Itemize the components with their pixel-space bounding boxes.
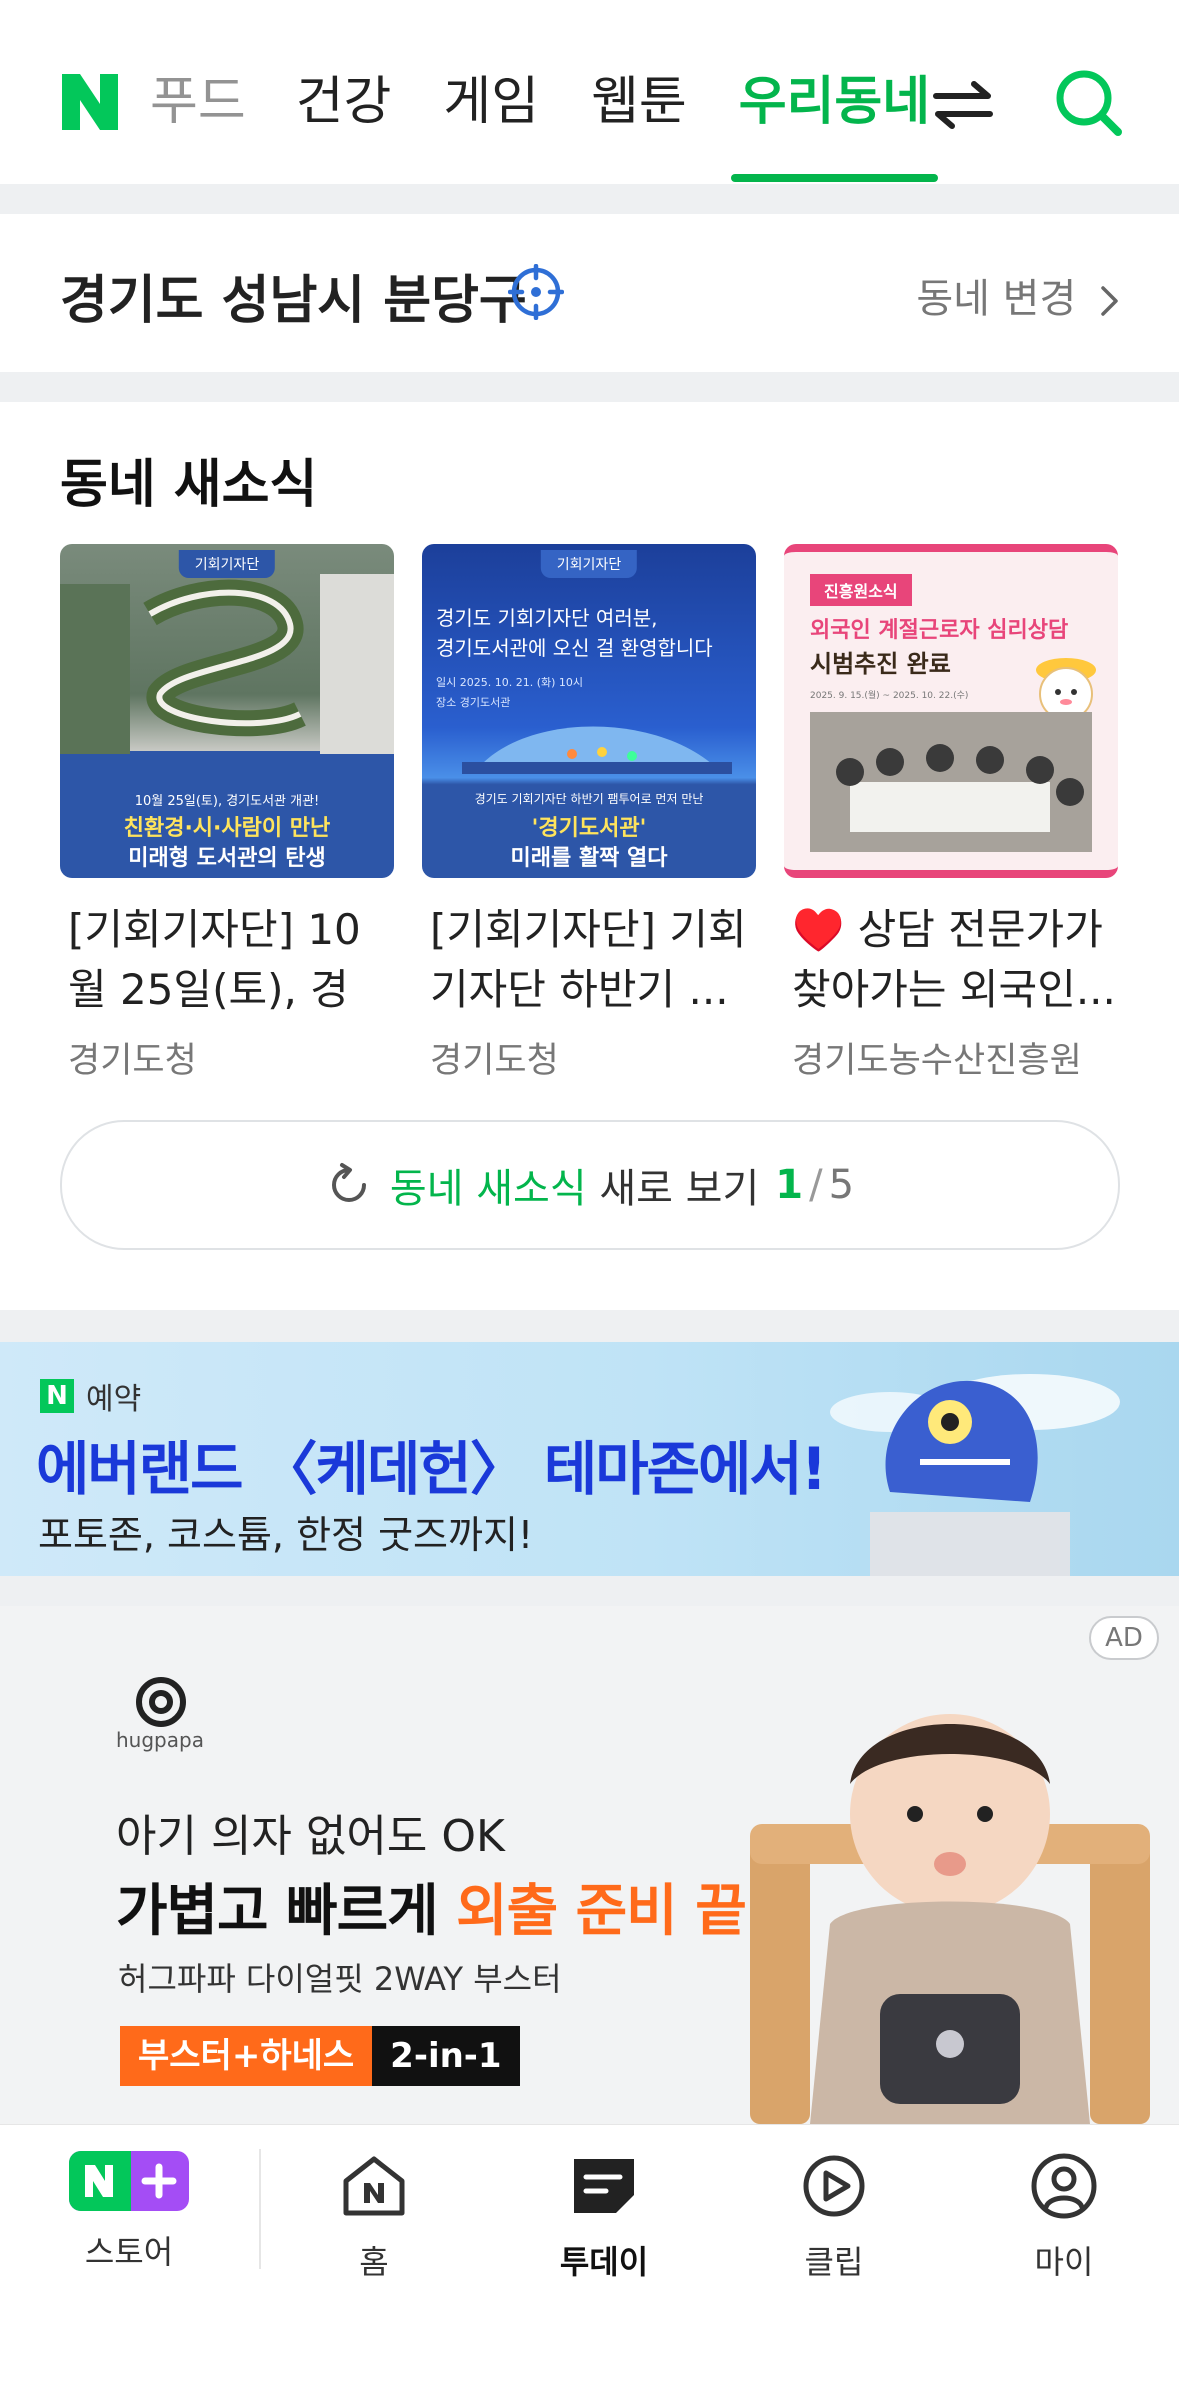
thumb-text: 외국인 계절근로자 심리상담 (810, 618, 1069, 643)
news-card[interactable]: 진흥원소식 외국인 계절근로자 심리상담 시범추진 완료 2025. 9. 15… (784, 544, 1118, 1083)
news-thumbnail: 기회기자단 경기도 기회기자단 여러분, 경기도서관에 오신 걸 환영합니다 일… (422, 544, 756, 878)
news-thumbnail: 진흥원소식 외국인 계절근로자 심리상담 시범추진 완료 2025. 9. 15… (784, 544, 1118, 878)
thumb-caption: 경기도 기회기자단 하반기 팸투어로 먼저 만난 (474, 792, 704, 806)
ad-tag-black: 2-in-1 (372, 2026, 520, 2086)
tab-food[interactable]: 푸드 (150, 62, 246, 142)
news-thumbnail: 기회기자단 10월 25일(토), 경기도서관 개관! 친환경·시·사람이 만난… (60, 544, 394, 878)
bottom-navigation: 스토어 홈 투데이 클립 마이 (0, 2124, 1179, 2397)
naver-logo-icon[interactable] (58, 70, 122, 134)
change-location-label: 동네 변경 (916, 276, 1077, 322)
change-location-button[interactable]: 동네 변경 (916, 266, 1121, 324)
ad-badge[interactable]: AD (1089, 1616, 1159, 1660)
tab-neighborhood[interactable]: 우리동네 (730, 62, 939, 182)
thumb-date: 일시 2025. 10. 21. (화) 10시 (436, 676, 584, 689)
top-navigation-bar: 푸드 건강 게임 웹툰 우리동네 (0, 0, 1179, 184)
nav-label: 마이 (1034, 2243, 1094, 2281)
ad-banner[interactable]: AD hugpapa 아기 의자 없어도 OK 가볍고 빠르게 외출 준비 끝!… (0, 1606, 1179, 2124)
meeting-photo-image (810, 712, 1092, 852)
thumb-header: 기회기자단 (540, 550, 638, 578)
naver-n-icon: N (40, 1379, 74, 1413)
nav-label: 홈 (359, 2243, 389, 2281)
news-source: 경기도청 (430, 1041, 559, 1081)
thumb-caption: 10월 25일(토), 경기도서관 개관! (134, 794, 320, 809)
category-tabs: 푸드 건강 게임 웹툰 우리동네 (150, 62, 982, 182)
nav-store[interactable]: 스토어 (44, 2151, 214, 2273)
library-building-image (462, 726, 732, 774)
location-bar: 경기도 성남시 분당구 동네 변경 (0, 214, 1179, 372)
nav-label: 클립 (804, 2243, 864, 2281)
thumb-caption: 친환경·시·사람이 만난 (123, 816, 331, 841)
nav-home[interactable]: 홈 (289, 2151, 459, 2283)
section-gap (0, 1310, 1179, 1342)
news-card[interactable]: 기회기자단 10월 25일(토), 경기도서관 개관! 친환경·시·사람이 만난… (60, 544, 394, 1083)
section-gap (0, 1576, 1179, 1606)
reservation-tag-label: 예약 (86, 1382, 142, 1417)
ad-tag-orange: 부스터+하네스 (120, 2026, 373, 2086)
tab-health[interactable]: 건강 (296, 62, 392, 142)
news-title: [기회기자단] 기회기자단 하반기 ... (430, 905, 747, 1014)
ad-line-1: 아기 의자 없어도 OK (116, 1811, 505, 1862)
page-total: 5 (828, 1162, 855, 1208)
ad-line-2-black: 가볍고 빠르게 (116, 1879, 457, 1944)
reservation-tag: N 예약 (40, 1374, 141, 1418)
nav-label: 투데이 (559, 2243, 649, 2281)
news-source: 경기도청 (68, 1041, 197, 1081)
banner-headline: 에버랜드 〈케데헌〉 테마존에서! (36, 1435, 827, 1503)
neighborhood-news-section: 동네 새소식 기회기자단 10월 25일(토), 경기도서관 개관! 친환경·시… (0, 402, 1179, 1310)
chevron-right-icon (1101, 286, 1118, 316)
refresh-label: 새로 보기 (586, 1166, 760, 1212)
ad-line-2-orange: 외출 준비 끝! (456, 1879, 771, 1944)
page-separator: / (809, 1162, 823, 1208)
today-icon (574, 2159, 634, 2213)
section-title: 동네 새소식 (60, 455, 318, 515)
ad-line-2: 가볍고 빠르게 외출 준비 끝! (116, 1866, 771, 1947)
home-icon (343, 2156, 405, 2216)
refresh-news-button[interactable]: 동네 새소식 새로 보기 1 / 5 (60, 1120, 1120, 1250)
search-icon[interactable] (1052, 66, 1124, 138)
tab-webtoon[interactable]: 웹툰 (591, 62, 687, 142)
current-location-icon[interactable] (508, 264, 564, 320)
ad-line-3: 허그파파 다이얼핏 2WAY 부스터 (118, 1960, 562, 1998)
reservation-banner[interactable]: N 예약 에버랜드 〈케데헌〉 테마존에서! 포토존, 코스튬, 한정 굿즈까지… (0, 1342, 1179, 1576)
refresh-label-highlight: 동네 새소식 (389, 1166, 587, 1212)
tiger-balloon-image (830, 1374, 1120, 1576)
profile-icon (1031, 2153, 1097, 2219)
nav-clip[interactable]: 클립 (749, 2151, 919, 2283)
banner-subline: 포토존, 코스튬, 한정 굿즈까지! (38, 1513, 534, 1557)
thumb-date: 2025. 9. 15.(월) ~ 2025. 10. 22.(수) (810, 691, 969, 701)
news-title: [기회기자단] 10월 25일(토), 경기... (68, 905, 361, 1014)
swap-icon[interactable] (932, 78, 994, 132)
section-gap (0, 372, 1179, 402)
thumb-text: 경기도서관에 오신 걸 환영합니다 (436, 636, 713, 660)
hugpapa-logo-icon (136, 1677, 186, 1727)
nav-today[interactable]: 투데이 (519, 2151, 689, 2283)
thumb-caption: '경기도서관' (531, 816, 647, 841)
thumb-caption: 미래를 활짝 열다 (510, 846, 668, 871)
section-gap (0, 184, 1179, 214)
tab-game[interactable]: 게임 (443, 62, 539, 142)
refresh-icon (331, 1163, 366, 1202)
thumb-text: 경기도 기회기자단 여러분, (436, 606, 658, 630)
thumb-text: 시범추진 완료 (810, 650, 951, 678)
location-name: 경기도 성남시 분당구 (60, 271, 527, 331)
news-card[interactable]: 기회기자단 경기도 기회기자단 여러분, 경기도서관에 오신 걸 환영합니다 일… (422, 544, 756, 1083)
library-spiral-image (60, 574, 394, 754)
thumb-badge: 진흥원소식 (810, 574, 912, 606)
nav-my[interactable]: 마이 (979, 2151, 1149, 2283)
clip-play-icon (803, 2155, 865, 2217)
ad-product-tag: 부스터+하네스 2-in-1 (120, 2026, 520, 2086)
baby-in-booster-image (750, 1714, 1150, 2124)
thumb-caption: 미래형 도서관의 탄생 (128, 846, 326, 871)
news-source: 경기도농수산진흥원 (792, 1041, 1082, 1081)
page-current: 1 (775, 1162, 804, 1208)
brand-name: hugpapa (116, 1728, 204, 1752)
store-icon (69, 2151, 189, 2211)
nav-label: 스토어 (84, 2233, 174, 2271)
news-title: ♥️ 상담 전문가가 찾아가는 외국인... (792, 905, 1116, 1014)
nav-divider (259, 2149, 261, 2269)
